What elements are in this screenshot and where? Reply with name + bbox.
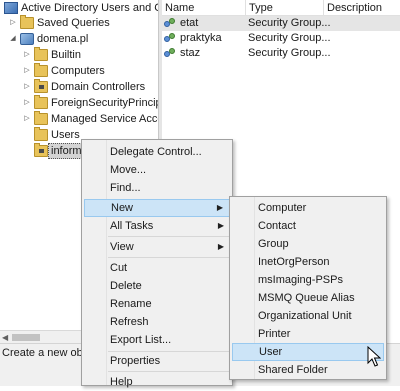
row-name: etat (180, 17, 199, 29)
menu-item-label: Group (258, 238, 289, 250)
submenu-item-msmq-queue-alias[interactable]: MSMQ Queue Alias (232, 289, 384, 307)
menu-item-label: Move... (110, 164, 147, 176)
menu-separator (108, 257, 230, 258)
tree-item-label: domena.pl (37, 33, 89, 45)
column-header-type[interactable]: Type (246, 0, 324, 16)
tree-item-label: Active Directory Users and Com (21, 2, 158, 14)
folder-icon (34, 63, 48, 77)
expand-arrow-icon[interactable]: ▷ (22, 47, 32, 63)
menu-item-label: All Tasks (110, 220, 154, 232)
menu-item-all-tasks[interactable]: All Tasks ▶ (84, 217, 230, 235)
menu-item-label: Find... (110, 182, 141, 194)
tree-item-label: Builtin (51, 49, 81, 61)
menu-item-label: User (259, 346, 283, 358)
submenu-item-organizational-unit[interactable]: Organizational Unit (232, 307, 384, 325)
expand-arrow-icon[interactable]: ▷ (22, 79, 32, 95)
list-row[interactable]: etat Security Group... (162, 16, 400, 31)
new-submenu: Computer Contact Group InetOrgPerson msI… (229, 196, 387, 380)
menu-item-label: Delete (110, 280, 142, 292)
organizational-unit-icon (34, 143, 48, 157)
security-group-icon (164, 18, 177, 29)
menu-item-export-list[interactable]: Export List... (84, 331, 230, 349)
row-name: praktyka (180, 32, 222, 44)
submenu-arrow-icon: ▶ (217, 221, 224, 230)
menu-item-find[interactable]: Find... (84, 179, 230, 197)
tree-item-label: Managed Service Accour (51, 113, 158, 125)
submenu-item-computer[interactable]: Computer (232, 199, 384, 217)
menu-item-label: Delegate Control... (110, 146, 202, 158)
expand-arrow-icon[interactable]: ▷ (22, 111, 32, 127)
submenu-item-inetorgperson[interactable]: InetOrgPerson (232, 253, 384, 271)
menu-item-view[interactable]: View ▶ (84, 238, 230, 256)
menu-item-rename[interactable]: Rename (84, 295, 230, 313)
folder-icon (34, 111, 48, 125)
menu-item-label: Properties (110, 355, 161, 367)
row-type: Security Group... (248, 17, 331, 29)
tree-item-label: Users (51, 129, 80, 141)
menu-item-label: Export List... (110, 334, 172, 346)
menu-item-label: Rename (110, 298, 152, 310)
submenu-item-user[interactable]: User (232, 343, 384, 361)
list-row[interactable]: praktyka Security Group... (162, 31, 400, 46)
menu-item-label: Help (110, 376, 133, 388)
menu-item-label: Computer (258, 202, 307, 214)
menu-separator (108, 236, 230, 237)
menu-item-refresh[interactable]: Refresh (84, 313, 230, 331)
menu-item-label: InetOrgPerson (258, 256, 330, 268)
tree-item-label: Saved Queries (37, 17, 110, 29)
submenu-item-printer[interactable]: Printer (232, 325, 384, 343)
scrollbar-thumb[interactable] (12, 334, 40, 341)
column-header-description[interactable]: Description (324, 0, 400, 16)
menu-item-label: Refresh (110, 316, 149, 328)
menu-item-label: Shared Folder (258, 364, 328, 376)
menu-item-label: msImaging-PSPs (258, 274, 343, 286)
submenu-arrow-icon: ▶ (217, 242, 224, 251)
menu-separator (108, 371, 230, 372)
menu-item-label: Organizational Unit (258, 310, 352, 322)
submenu-item-msimaging-psps[interactable]: msImaging-PSPs (232, 271, 384, 289)
organizational-unit-icon (34, 79, 48, 93)
scroll-left-arrow-icon[interactable]: ◀ (2, 333, 8, 342)
submenu-item-contact[interactable]: Contact (232, 217, 384, 235)
context-menu: Delegate Control... Move... Find... New ▶… (81, 139, 233, 388)
security-group-icon (164, 33, 177, 44)
menu-item-label: New (111, 202, 134, 214)
menu-item-label: Printer (258, 328, 291, 340)
menu-item-delete[interactable]: Delete (84, 277, 230, 295)
folder-icon (34, 95, 48, 109)
row-type: Security Group... (248, 32, 331, 44)
menu-item-new[interactable]: New ▶ (84, 199, 230, 217)
menu-item-move[interactable]: Move... (84, 161, 230, 179)
row-type: Security Group... (248, 47, 331, 59)
aduc-console-icon (4, 2, 18, 14)
column-header-name[interactable]: Name (162, 0, 246, 16)
folder-icon (34, 127, 48, 141)
menu-item-label: MSMQ Queue Alias (258, 292, 355, 304)
tree-item-label: ForeignSecurityPrincipals (51, 97, 158, 109)
folder-icon (34, 47, 48, 61)
menu-item-label: View (110, 241, 134, 253)
domain-icon (20, 33, 34, 45)
row-name: staz (180, 47, 201, 59)
expand-arrow-icon[interactable]: ▷ (22, 95, 32, 111)
menu-item-help[interactable]: Help (84, 373, 230, 391)
menu-item-cut[interactable]: Cut (84, 259, 230, 277)
expand-arrow-icon[interactable]: ▷ (8, 15, 18, 31)
mouse-pointer-icon (367, 346, 381, 367)
menu-item-label: Cut (110, 262, 128, 274)
tree-item-label: Computers (51, 65, 105, 77)
list-row[interactable]: staz Security Group... (162, 46, 400, 61)
menu-item-label: Contact (258, 220, 296, 232)
submenu-item-shared-folder[interactable]: Shared Folder (232, 361, 384, 379)
tree-item-label: Domain Controllers (51, 81, 146, 93)
menu-item-properties[interactable]: Properties (84, 352, 230, 370)
security-group-icon (164, 48, 177, 59)
expand-arrow-icon[interactable]: ▷ (22, 63, 32, 79)
submenu-arrow-icon: ▶ (216, 203, 223, 212)
collapse-arrow-icon[interactable]: ◢ (8, 31, 18, 47)
submenu-item-group[interactable]: Group (232, 235, 384, 253)
menu-item-delegate-control[interactable]: Delegate Control... (84, 143, 230, 161)
folder-icon (20, 15, 34, 29)
